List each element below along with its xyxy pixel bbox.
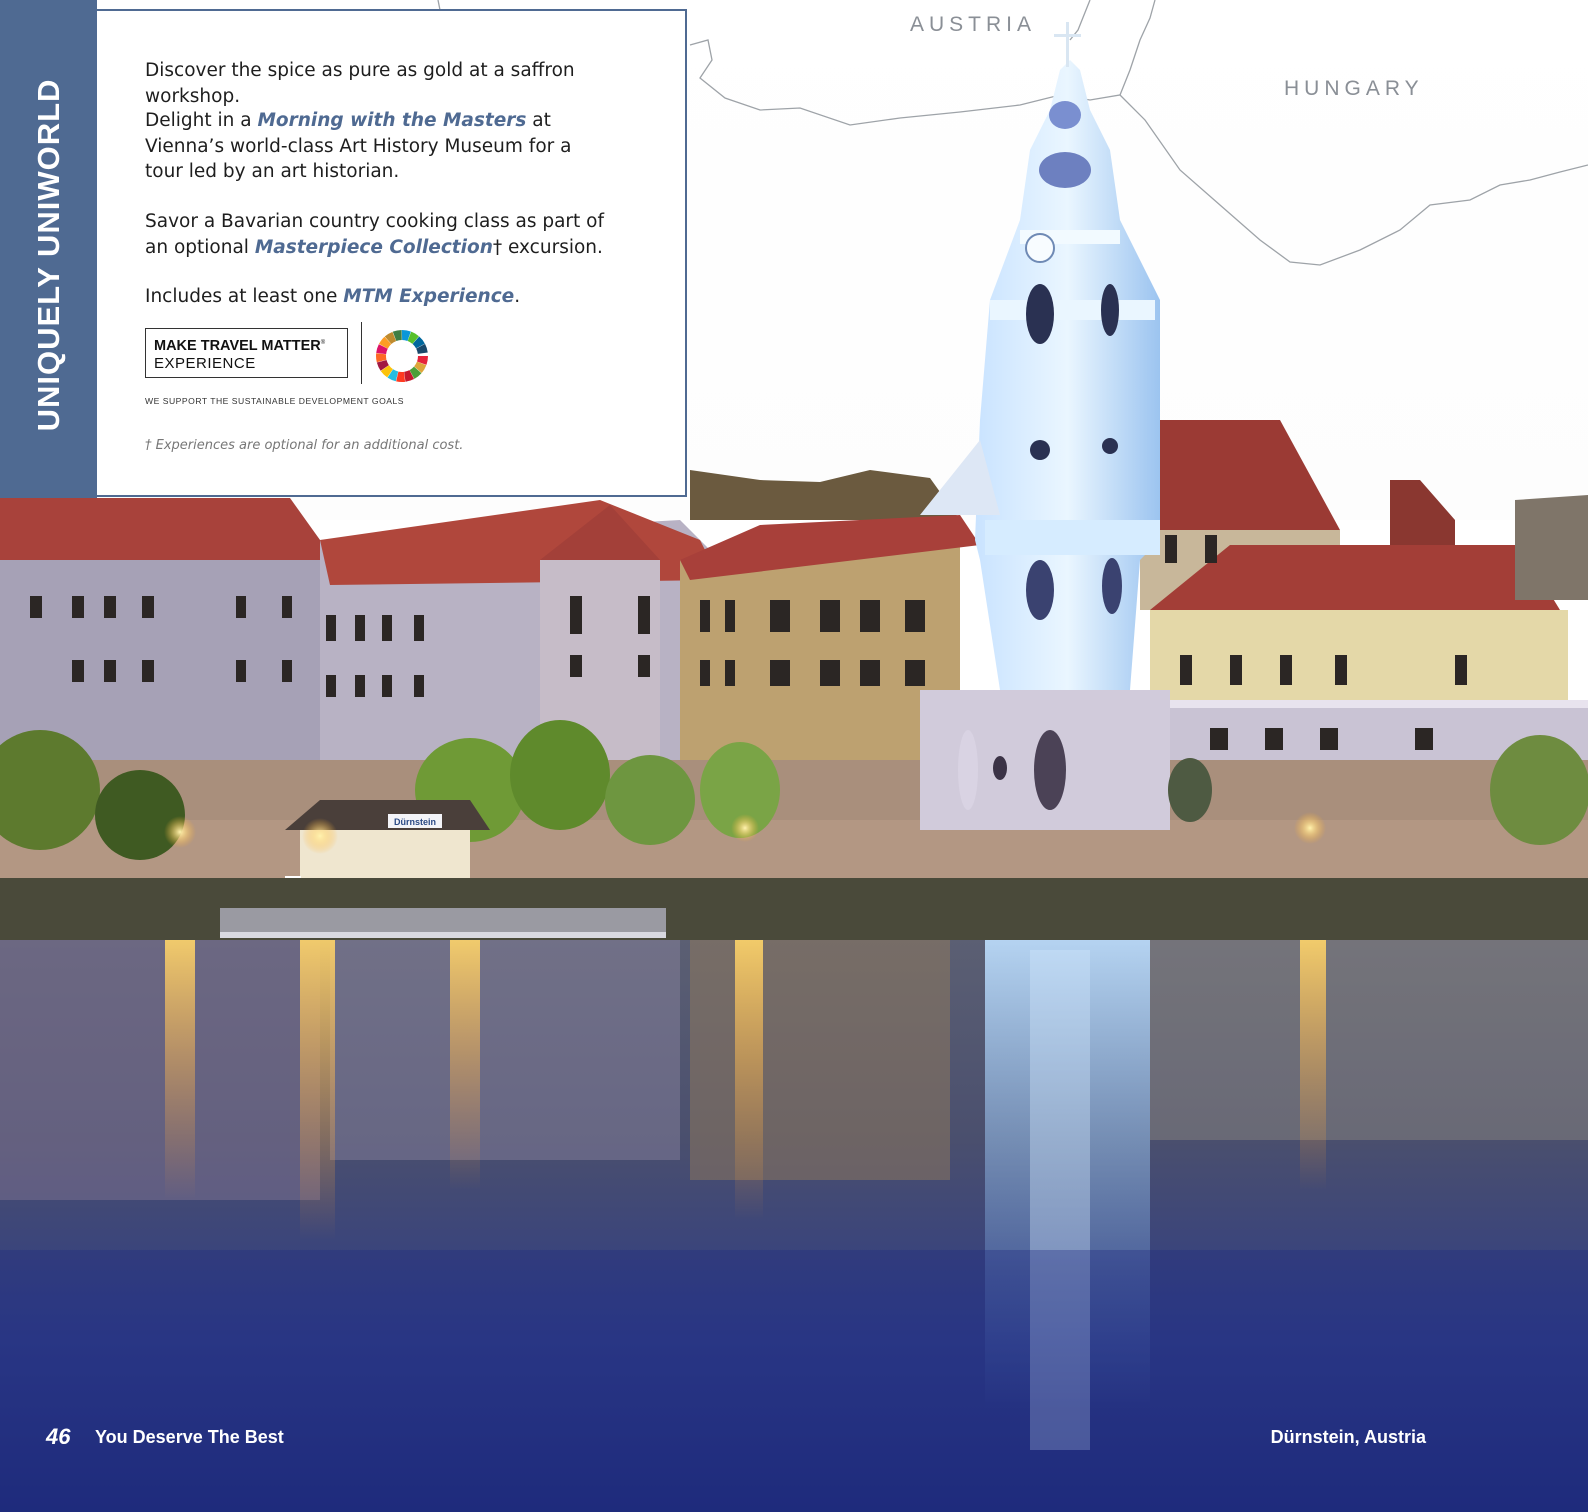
cooking-text-post: † excursion.: [492, 236, 603, 258]
section-label: UNIQUELY UNIWORLD: [31, 78, 66, 432]
mtm-registered-mark: ®: [320, 340, 326, 346]
map-label-hungary: HUNGARY: [1284, 77, 1424, 100]
highlight-mtm: Includes at least one MTM Experience.: [145, 284, 645, 310]
sdg-caption: WE SUPPORT THE SUSTAINABLE DEVELOPMENT G…: [145, 396, 405, 406]
footnote: † Experiences are optional for an additi…: [145, 438, 464, 453]
make-travel-matter-logo: MAKE TRAVEL MATTER® EXPERIENCE: [145, 328, 348, 378]
sdg-wheel-icon: [376, 330, 428, 382]
publication-title: You Deserve The Best: [95, 1427, 284, 1447]
photo-caption: Dürnstein, Austria: [1270, 1427, 1426, 1447]
mtm-logo-subtitle: EXPERIENCE: [154, 354, 256, 372]
morning-with-masters-link[interactable]: Morning with the Masters: [257, 110, 526, 131]
highlights-card: Discover the spice as pure as gold at a …: [97, 9, 687, 497]
masterpiece-collection-link[interactable]: Masterpiece Collection: [255, 237, 493, 258]
mtm-experience-link[interactable]: MTM Experience: [343, 286, 514, 307]
pier-sign: Dürnstein: [394, 817, 436, 827]
highlight-cooking: Savor a Bavarian country cooking class a…: [145, 209, 615, 260]
mtm-logo-title: MAKE TRAVEL MATTER: [154, 337, 321, 354]
mtm-text-pre: Includes at least one: [145, 286, 344, 307]
page-number: 46: [46, 1424, 71, 1449]
map-label-austria: AUSTRIA: [910, 13, 1037, 36]
highlight-saffron-text: Discover the spice as pure as gold at a …: [145, 60, 575, 107]
section-sidebar: UNIQUELY UNIWORLD: [0, 0, 97, 498]
highlight-saffron: Discover the spice as pure as gold at a …: [145, 58, 645, 109]
mtm-text-post: .: [514, 286, 521, 307]
logo-divider: [361, 322, 362, 384]
highlight-masters: Delight in a Morning with the Masters at…: [145, 108, 615, 185]
masters-text-pre: Delight in a: [145, 110, 258, 131]
